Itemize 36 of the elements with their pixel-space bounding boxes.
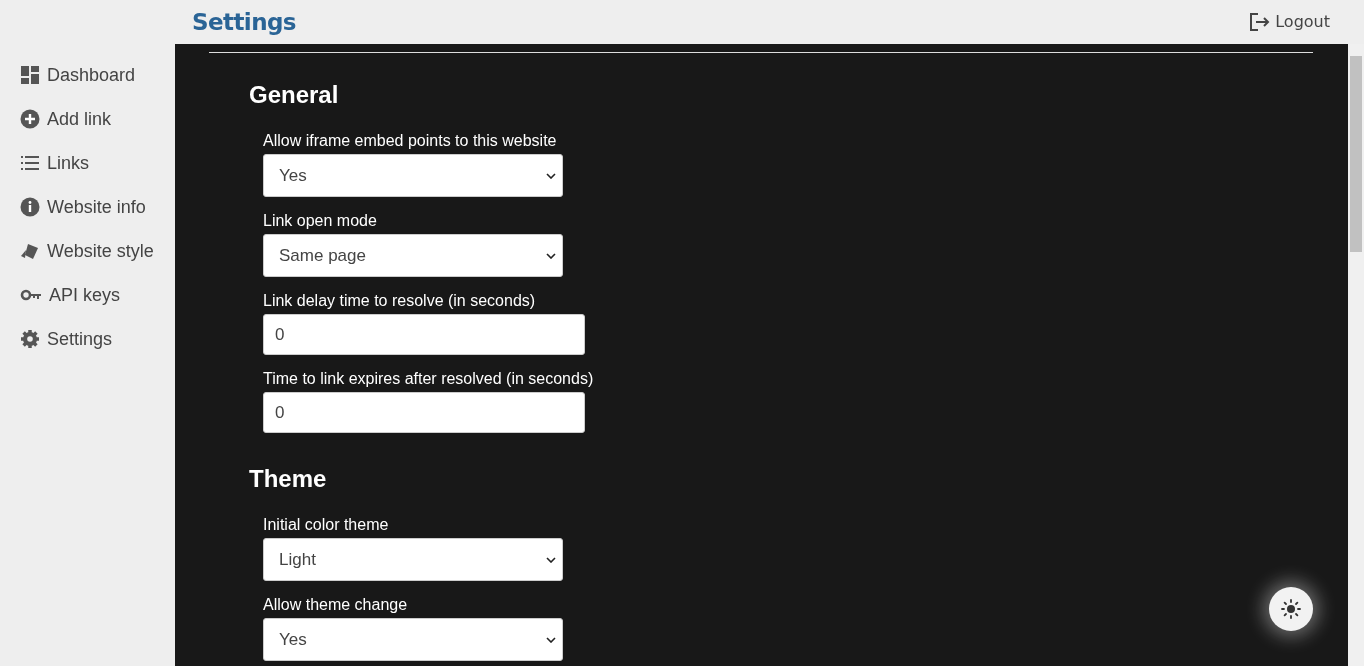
theme-toggle-button[interactable] bbox=[1269, 587, 1313, 631]
input-field[interactable]: 0 bbox=[263, 314, 585, 355]
page-title: Settings bbox=[192, 7, 296, 37]
input-field[interactable]: 0 bbox=[263, 392, 585, 433]
dropdown[interactable]: Light bbox=[263, 538, 563, 581]
field-label: Link delay time to resolve (in seconds) bbox=[263, 291, 536, 311]
field-label: Allow iframe embed points to this website bbox=[263, 131, 557, 151]
list-icon bbox=[20, 153, 40, 173]
dashboard-icon bbox=[20, 65, 40, 85]
dropdown[interactable]: Same page bbox=[263, 234, 563, 277]
logout-icon bbox=[1249, 12, 1272, 32]
field-label: Initial color theme bbox=[263, 515, 389, 535]
sidebar-item[interactable]: Website style bbox=[20, 231, 175, 271]
section-heading: General bbox=[249, 80, 340, 110]
info-icon bbox=[20, 197, 40, 217]
settings-icon bbox=[20, 329, 40, 349]
chevron-down-icon bbox=[546, 556, 556, 563]
logout-button[interactable]: Logout bbox=[1249, 10, 1330, 34]
field-label: Allow theme change bbox=[263, 595, 408, 615]
dropdown[interactable]: Yes bbox=[263, 154, 563, 197]
dropdown[interactable]: Yes bbox=[263, 618, 563, 661]
plus-circle-icon bbox=[20, 109, 40, 129]
sidebar-item[interactable]: API keys bbox=[20, 275, 175, 315]
sidebar-item[interactable]: Links bbox=[20, 143, 175, 183]
field-label: Time to link expires after resolved (in seconds) bbox=[263, 369, 594, 389]
chevron-down-icon bbox=[546, 252, 556, 259]
sidebar-item[interactable]: Add link bbox=[20, 99, 175, 139]
chevron-down-icon bbox=[546, 172, 556, 179]
section-heading: Theme bbox=[249, 464, 328, 494]
sidebar-item[interactable]: Settings bbox=[20, 319, 175, 359]
sidebar-item[interactable]: Website info bbox=[20, 187, 175, 227]
field-label: Link open mode bbox=[263, 211, 377, 231]
swatch-icon bbox=[20, 241, 40, 261]
sun-icon bbox=[1281, 599, 1301, 619]
chevron-down-icon bbox=[546, 636, 556, 643]
sidebar-item[interactable]: Dashboard bbox=[20, 55, 175, 95]
